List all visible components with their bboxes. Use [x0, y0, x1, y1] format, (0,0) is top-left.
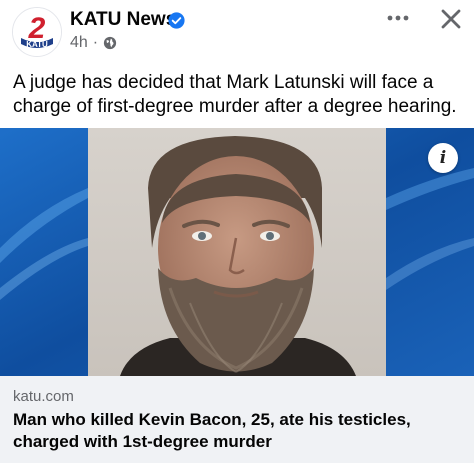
timestamp[interactable]: 4h — [70, 34, 88, 52]
meta-separator: · — [92, 34, 99, 51]
more-options-icon[interactable] — [383, 6, 413, 30]
link-domain: katu.com — [13, 388, 74, 405]
katu-logo-icon: 2 KATU — [13, 8, 61, 56]
page-name[interactable]: KATU News — [70, 9, 176, 31]
post-caption: A judge has decided that Mark Latunski w… — [13, 72, 457, 117]
verified-badge-icon — [168, 12, 185, 29]
post-meta: 4h · — [70, 34, 117, 52]
page-avatar[interactable]: 2 KATU — [12, 7, 62, 57]
link-preview-image[interactable] — [0, 128, 474, 376]
facebook-post: 2 KATU KATU News 4h · A judge has decide… — [0, 0, 474, 463]
mugshot-photo — [0, 128, 474, 376]
post-header: 2 KATU KATU News 4h · — [0, 0, 474, 64]
logo-text: KATU — [26, 40, 48, 49]
close-icon[interactable] — [438, 6, 464, 32]
info-button[interactable]: i — [428, 143, 458, 173]
globe-icon — [104, 36, 117, 50]
link-title[interactable]: Man who killed Kevin Bacon, 25, ate his … — [13, 409, 463, 453]
link-preview-footer[interactable]: katu.com Man who killed Kevin Bacon, 25,… — [0, 376, 474, 463]
